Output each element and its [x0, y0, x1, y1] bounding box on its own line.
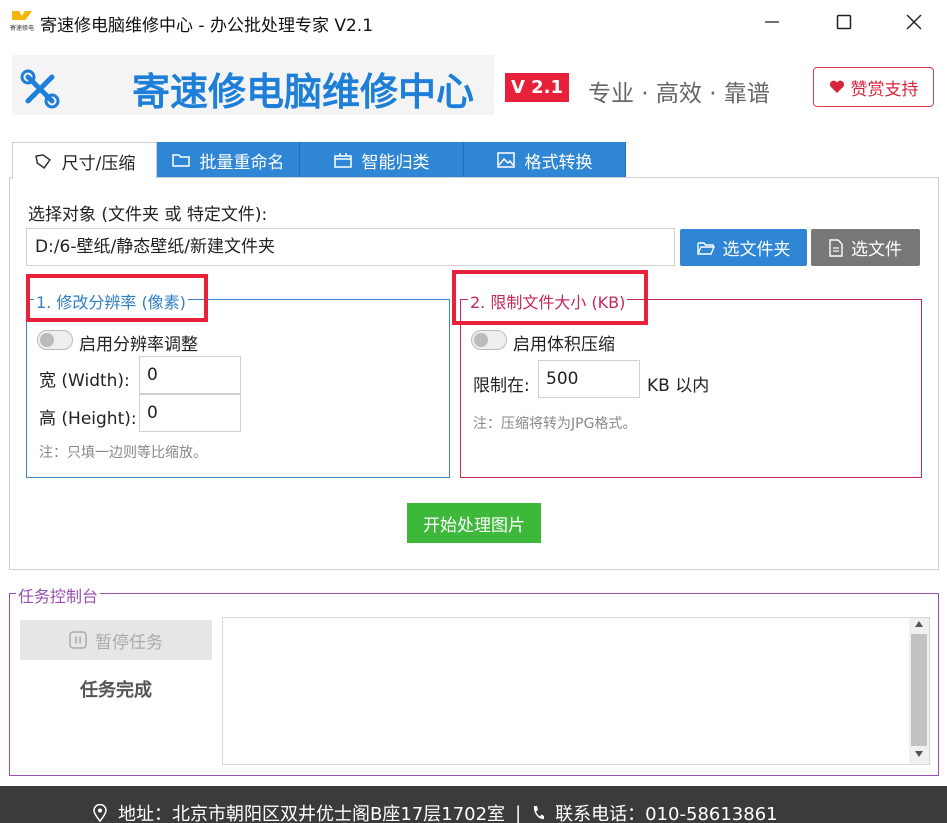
scroll-up-arrow-icon[interactable]	[909, 620, 929, 632]
version-badge: V 2.1	[505, 73, 569, 102]
tab-smart-classify[interactable]: 智能归类	[300, 142, 464, 178]
footer-bar: 地址：北京市朝阳区双井优士阁B座17层1702室 | 联系电话：010-5861…	[0, 786, 947, 823]
file-icon	[829, 238, 843, 257]
brand-title: 寄速修电脑维修中心	[132, 70, 475, 114]
highlight-box-filesize	[452, 270, 648, 325]
folder-open-icon	[696, 241, 715, 255]
console-title: 任务控制台	[16, 583, 101, 607]
resolution-note: 注：只填一边则等比缩放。	[39, 445, 207, 461]
path-input[interactable]: D:/6-壁纸/静态壁纸/新建文件夹	[26, 228, 675, 266]
minimize-icon	[765, 21, 779, 23]
filesize-note: 注：压缩将转为JPG格式。	[473, 416, 637, 432]
tab-resize-compress[interactable]: 尺寸/压缩	[12, 142, 157, 179]
scrollbar-thumb[interactable]	[911, 634, 927, 746]
donate-button[interactable]: 赞赏支持	[813, 67, 934, 107]
compression-toggle[interactable]	[471, 330, 507, 350]
tab-label: 尺寸/压缩	[61, 153, 136, 174]
pause-label: 暂停任务	[95, 632, 163, 653]
log-scrollbar[interactable]	[909, 618, 929, 764]
minimize-button[interactable]	[752, 8, 792, 36]
tab-bar: 尺寸/压缩 批量重命名 智能归类 格式转换	[12, 142, 626, 179]
width-label: 宽 (Width):	[39, 371, 130, 391]
compression-toggle-label: 启用体积压缩	[513, 335, 615, 355]
height-label: 高 (Height):	[39, 409, 137, 429]
tab-label: 批量重命名	[199, 152, 285, 173]
select-folder-label: 选文件夹	[722, 240, 791, 260]
limit-unit-label: KB 以内	[647, 376, 710, 396]
resolution-toggle-label: 启用分辨率调整	[79, 335, 198, 355]
select-file-button[interactable]: 选文件	[811, 229, 920, 266]
tab-label: 格式转换	[524, 152, 593, 173]
close-button[interactable]	[894, 8, 934, 36]
tag-icon	[34, 154, 51, 169]
location-pin-icon	[93, 804, 107, 822]
footer-separator: |	[515, 802, 522, 823]
brand-tagline: 专业 · 高效 · 靠谱	[588, 81, 770, 107]
maximize-button[interactable]	[824, 8, 864, 36]
tools-icon	[20, 69, 60, 109]
donate-label: 赞赏支持	[850, 79, 919, 100]
footer-phone: 联系电话：010-58613861	[555, 804, 778, 823]
task-status: 任务完成	[80, 680, 152, 701]
maximize-icon	[836, 14, 852, 30]
folder-icon	[171, 154, 190, 167]
height-input[interactable]: 0	[139, 394, 241, 432]
pause-task-button[interactable]: 暂停任务	[20, 620, 212, 660]
tab-batch-rename[interactable]: 批量重命名	[157, 142, 300, 178]
pause-icon	[69, 631, 87, 649]
tab-label: 智能归类	[361, 152, 430, 173]
limit-label: 限制在:	[473, 376, 530, 396]
window-title: 寄速修电脑维修中心 - 办公批处理专家 V2.1	[40, 16, 374, 36]
footer-contact: 地址：北京市朝阳区双井优士阁B座17层1702室 | 联系电话：010-5861…	[92, 800, 778, 823]
heart-icon	[829, 80, 844, 93]
brand-banner: 寄速修电脑维修中心	[12, 55, 494, 115]
window-titlebar: 寄速修电 寄速修电脑维修中心 - 办公批处理专家 V2.1	[0, 0, 947, 44]
start-processing-button[interactable]: 开始处理图片	[407, 503, 541, 543]
target-label: 选择对象 (文件夹 或 特定文件):	[28, 205, 268, 225]
tab-format-convert[interactable]: 格式转换	[464, 142, 626, 178]
app-logo-icon: 寄速修电	[10, 11, 34, 32]
close-icon	[906, 14, 922, 30]
size-limit-input[interactable]: 500	[538, 360, 640, 398]
log-textarea[interactable]	[222, 617, 930, 765]
phone-icon	[534, 806, 545, 820]
select-file-label: 选文件	[851, 240, 902, 260]
scroll-down-arrow-icon[interactable]	[909, 750, 929, 762]
app-logo-text: 寄速修电	[10, 24, 34, 32]
select-folder-button[interactable]: 选文件夹	[680, 229, 807, 266]
archive-icon	[333, 153, 352, 168]
width-input[interactable]: 0	[139, 356, 241, 394]
resolution-toggle[interactable]	[37, 330, 73, 350]
image-icon	[496, 152, 515, 168]
highlight-box-resolution	[26, 274, 208, 322]
footer-address: 地址：北京市朝阳区双井优士阁B座17层1702室	[118, 804, 506, 823]
